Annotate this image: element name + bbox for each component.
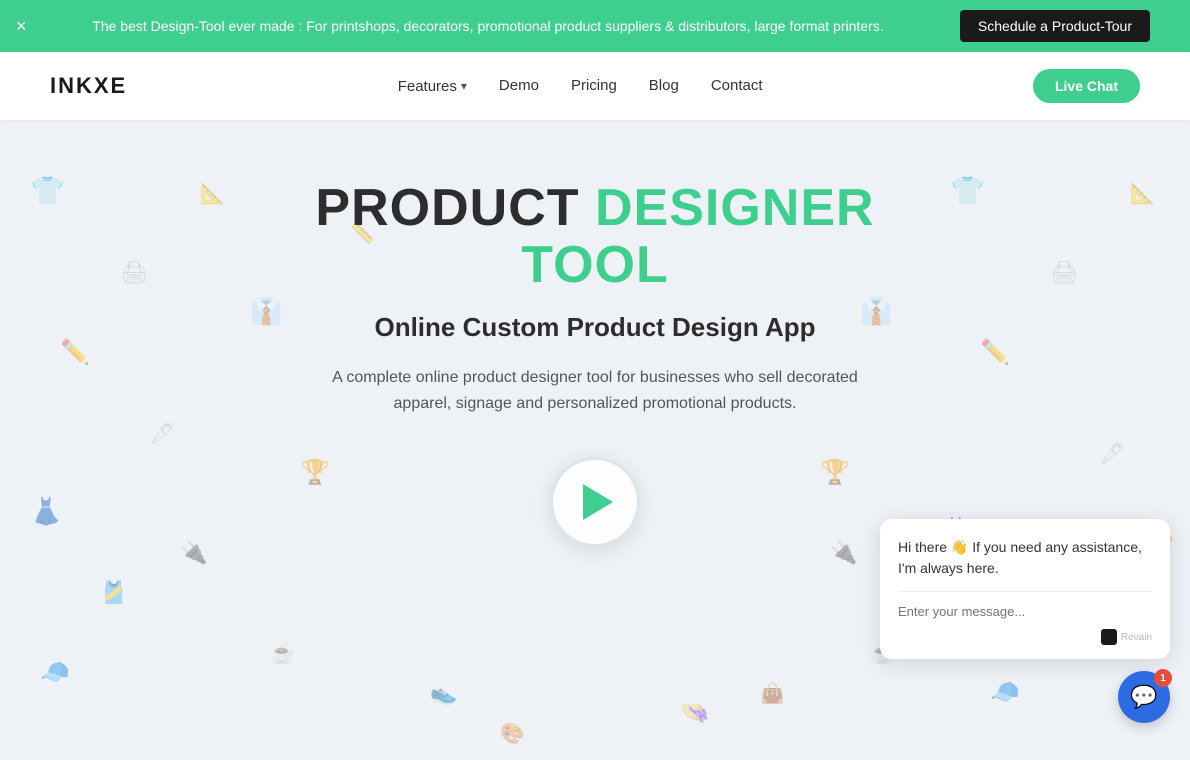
svg-text:👕: 👕 <box>950 175 985 206</box>
hero-content: PRODUCT DESIGNER TOOL Online Custom Prod… <box>245 180 945 547</box>
features-link[interactable]: Features <box>398 78 467 95</box>
svg-text:📐: 📐 <box>1130 181 1155 205</box>
svg-text:🧢: 🧢 <box>40 659 70 686</box>
svg-text:🖨: 🖨 <box>1050 260 1078 285</box>
banner-close-button[interactable]: × <box>16 17 27 35</box>
revain-label: Revain <box>1121 632 1152 643</box>
svg-text:📐: 📐 <box>200 181 225 205</box>
play-button-wrapper <box>245 457 945 547</box>
chat-greeting-text: Hi there 👋 If you need any assistance, I… <box>898 537 1152 579</box>
chat-divider <box>898 591 1152 592</box>
chat-box: Hi there 👋 If you need any assistance, I… <box>880 519 1170 659</box>
nav-item-demo[interactable]: Demo <box>499 77 539 95</box>
hero-title: PRODUCT DESIGNER TOOL <box>245 180 945 294</box>
svg-text:🔌: 🔌 <box>180 540 207 565</box>
hero-subtitle: Online Custom Product Design App <box>245 312 945 343</box>
svg-text:👗: 👗 <box>30 496 62 526</box>
svg-text:🖊: 🖊 <box>1100 443 1125 465</box>
nav-links: Features Demo Pricing Blog Contact <box>398 77 763 95</box>
nav-item-features[interactable]: Features <box>398 78 467 95</box>
play-triangle-icon <box>583 484 613 520</box>
chat-notification-badge: 1 <box>1154 669 1172 687</box>
nav-item-contact[interactable]: Contact <box>711 77 763 95</box>
svg-text:👕: 👕 <box>30 175 65 206</box>
svg-text:☕: ☕ <box>270 641 295 665</box>
svg-text:🎽: 🎽 <box>100 580 127 605</box>
svg-text:🖨: 🖨 <box>120 260 148 285</box>
svg-text:👟: 👟 <box>430 680 457 706</box>
blog-link[interactable]: Blog <box>649 77 679 94</box>
svg-text:🖊: 🖊 <box>150 423 175 445</box>
revain-icon <box>1101 629 1117 645</box>
chat-widget: Hi there 👋 If you need any assistance, I… <box>880 519 1170 723</box>
logo[interactable]: INKXE <box>50 73 127 99</box>
chat-bubble-button[interactable]: 💬 1 <box>1118 671 1170 723</box>
live-chat-button[interactable]: Live Chat <box>1033 69 1140 103</box>
top-banner: × The best Design-Tool ever made : For p… <box>0 0 1190 52</box>
chat-bubble-icon: 💬 <box>1130 684 1157 710</box>
contact-link[interactable]: Contact <box>711 77 763 94</box>
play-video-button[interactable] <box>550 457 640 547</box>
svg-text:✏️: ✏️ <box>60 337 90 366</box>
banner-text: The best Design-Tool ever made : For pri… <box>40 18 936 34</box>
hero-title-part1: PRODUCT <box>315 179 595 237</box>
chat-message-input[interactable] <box>898 602 1152 621</box>
svg-text:✏️: ✏️ <box>980 337 1010 366</box>
svg-text:👜: 👜 <box>760 681 785 705</box>
svg-text:👒: 👒 <box>680 699 710 726</box>
navbar: INKXE Features Demo Pricing Blog Contact… <box>0 52 1190 120</box>
revain-branding: Revain <box>898 629 1152 645</box>
schedule-tour-button[interactable]: Schedule a Product-Tour <box>960 10 1150 42</box>
nav-item-blog[interactable]: Blog <box>649 77 679 95</box>
demo-link[interactable]: Demo <box>499 77 539 94</box>
nav-item-pricing[interactable]: Pricing <box>571 77 617 95</box>
hero-description: A complete online product designer tool … <box>315 365 875 416</box>
svg-text:🎨: 🎨 <box>500 721 525 745</box>
pricing-link[interactable]: Pricing <box>571 77 617 94</box>
